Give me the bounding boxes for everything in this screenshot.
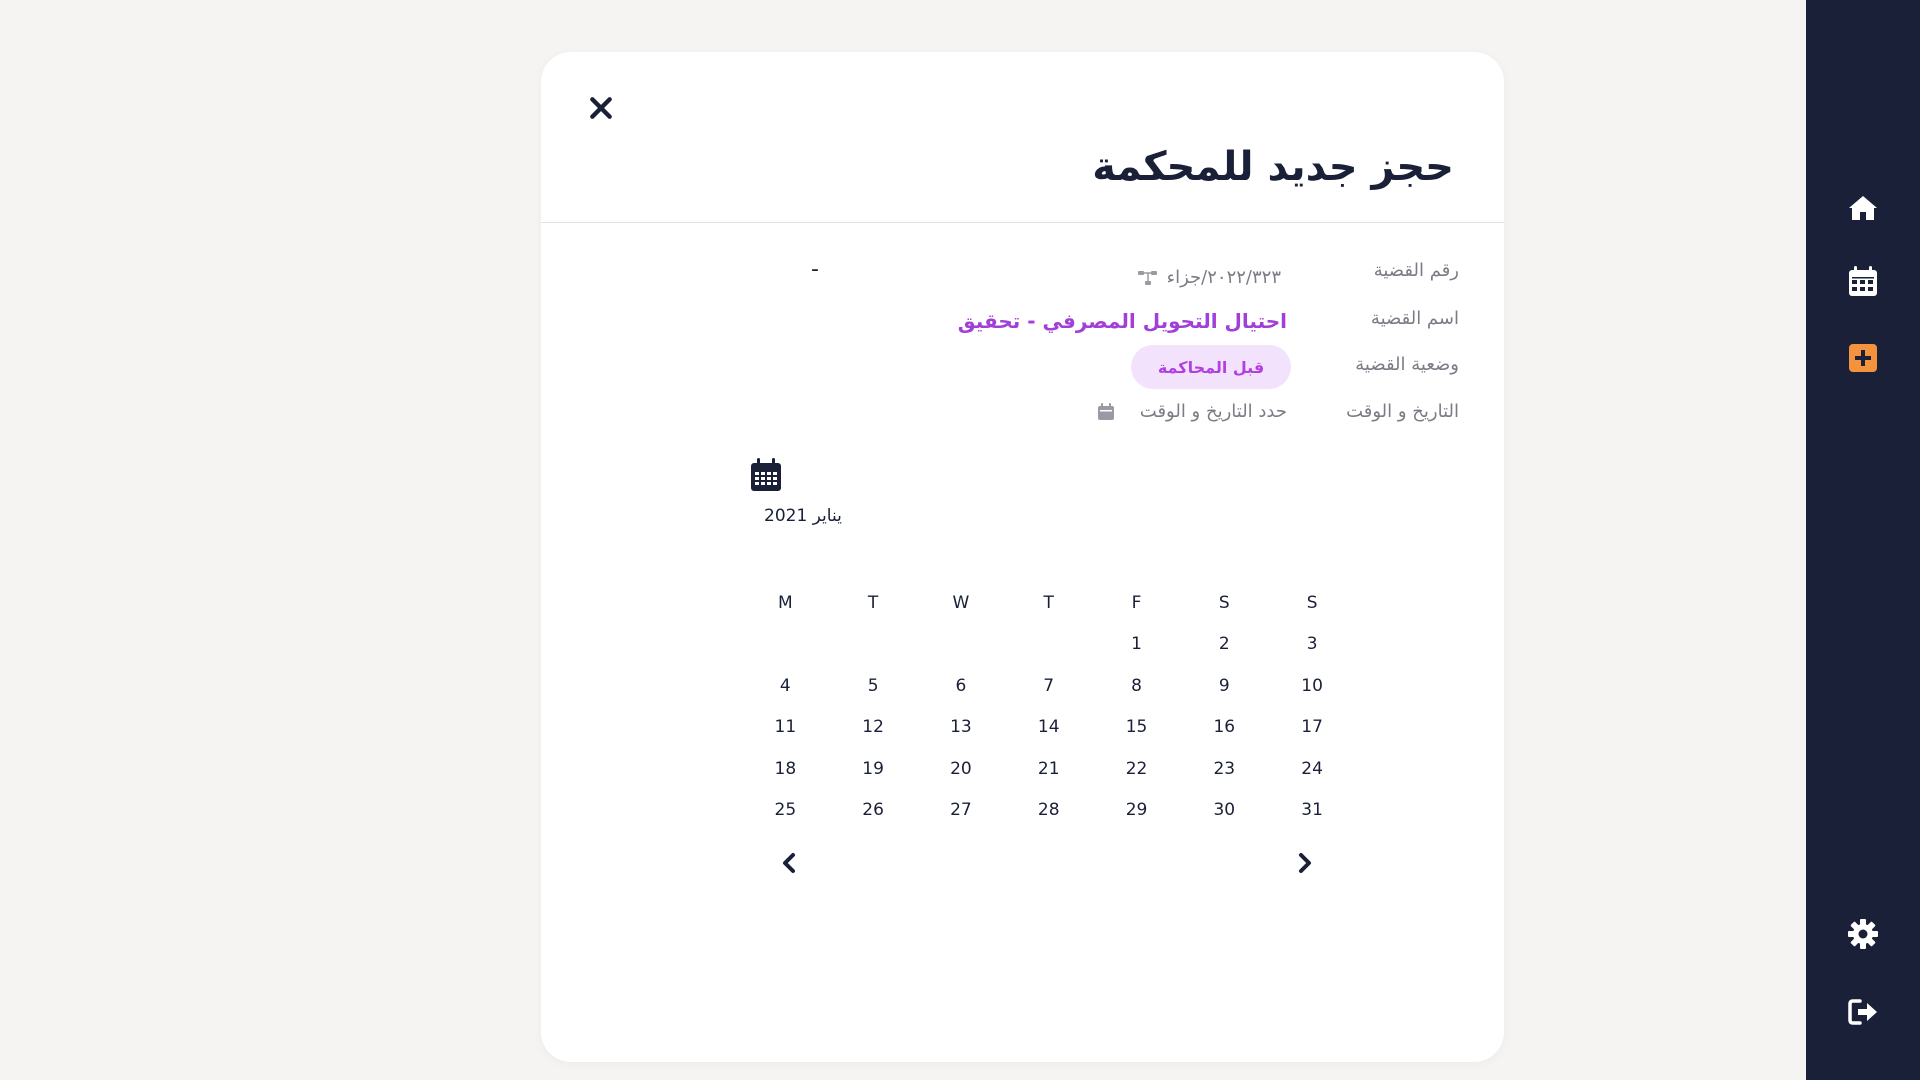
calendar-day[interactable]: 2: [1180, 634, 1268, 654]
logout-icon: [1848, 999, 1877, 1025]
sidebar-item-calendar[interactable]: [1845, 263, 1881, 299]
close-icon: [590, 97, 612, 119]
calendar-day[interactable]: 19: [829, 759, 917, 779]
calendar-day[interactable]: 11: [741, 717, 829, 737]
calendar-week-row: 24 23 22 21 20 19 18: [741, 748, 1356, 790]
calendar-day[interactable]: 8: [1093, 676, 1181, 696]
calendar-day[interactable]: 18: [741, 759, 829, 779]
sidebar: [1806, 0, 1920, 1080]
weekday-label: M: [777, 592, 793, 613]
chevron-right-icon: [1299, 853, 1311, 873]
header-divider: [541, 222, 1504, 223]
weekday-label: T: [867, 592, 879, 613]
weekday-label: S: [1306, 592, 1318, 613]
calendar-week-row: 17 16 15 14 13 12 11: [741, 707, 1356, 749]
case-status-badge: قبل المحاكمة: [1131, 345, 1291, 389]
sidebar-item-home[interactable]: [1845, 190, 1881, 226]
calendar-day[interactable]: 22: [1093, 759, 1181, 779]
calendar-grid: S S F T W T M 3 2 1 10 9 8 7 6 5 4 17 16…: [741, 582, 1356, 831]
new-booking-modal: حجز جديد للمحكمة رقم القضية ٢٠٢٢/٣٢٣/جزا…: [541, 52, 1504, 1062]
case-name-label: اسم القضية: [1370, 308, 1459, 329]
calendar-day[interactable]: 1: [1093, 634, 1181, 654]
calendar-day[interactable]: 30: [1180, 800, 1268, 820]
close-button[interactable]: [585, 92, 617, 124]
home-icon: [1849, 196, 1877, 220]
calendar-day[interactable]: 27: [917, 800, 1005, 820]
calendar-icon: [751, 458, 781, 491]
calendar-day[interactable]: 21: [1005, 759, 1093, 779]
date-time-placeholder: حدد التاريخ و الوقت: [1139, 401, 1287, 422]
calendar-day[interactable]: 10: [1268, 676, 1356, 696]
calendar-day[interactable]: 26: [829, 800, 917, 820]
calendar-day[interactable]: 28: [1005, 800, 1093, 820]
case-number-secondary: -: [811, 257, 819, 282]
calendar-day[interactable]: 13: [917, 717, 1005, 737]
calendar-day[interactable]: 25: [741, 800, 829, 820]
calendar-day[interactable]: 20: [917, 759, 1005, 779]
modal-title: حجز جديد للمحكمة: [1092, 144, 1454, 190]
case-status-label: وضعية القضية: [1355, 354, 1459, 375]
calendar-day[interactable]: 31: [1268, 800, 1356, 820]
case-name-value: احتيال التحويل المصرفي - تحقيق: [957, 309, 1287, 333]
sidebar-item-new-booking[interactable]: [1845, 340, 1881, 376]
calendar-day[interactable]: 9: [1180, 676, 1268, 696]
chevron-left-icon: [783, 853, 795, 873]
calendar-day[interactable]: 6: [917, 676, 1005, 696]
calendar-month-label: يناير 2021: [764, 506, 842, 526]
app-page: حجز جديد للمحكمة رقم القضية ٢٠٢٢/٣٢٣/جزا…: [0, 0, 1920, 1080]
calendar-day[interactable]: 29: [1093, 800, 1181, 820]
case-number-text: ٢٠٢٢/٣٢٣/جزاء: [1166, 267, 1281, 288]
calendar-day[interactable]: 16: [1180, 717, 1268, 737]
calendar-day[interactable]: 17: [1268, 717, 1356, 737]
calendar-day[interactable]: 14: [1005, 717, 1093, 737]
calendar-small-icon: [1097, 402, 1114, 420]
case-number-label: رقم القضية: [1373, 260, 1459, 281]
sidebar-item-settings[interactable]: [1845, 916, 1881, 952]
weekday-label: W: [952, 592, 970, 613]
calendar-day[interactable]: 4: [741, 676, 829, 696]
calendar-day[interactable]: 3: [1268, 634, 1356, 654]
sidebar-item-logout[interactable]: [1845, 994, 1881, 1030]
calendar-day[interactable]: 24: [1268, 759, 1356, 779]
calendar-week-row: 10 9 8 7 6 5 4: [741, 665, 1356, 707]
prev-month-button[interactable]: [775, 849, 803, 877]
calendar-day[interactable]: 23: [1180, 759, 1268, 779]
calendar-week-row: 3 2 1: [741, 624, 1356, 666]
case-number-value: ٢٠٢٢/٣٢٣/جزاء: [1137, 267, 1281, 288]
weekday-label: T: [1043, 592, 1054, 613]
gear-icon: [1848, 919, 1878, 949]
date-time-picker[interactable]: حدد التاريخ و الوقت: [1096, 401, 1287, 422]
next-month-button[interactable]: [1291, 849, 1319, 877]
weekday-label: F: [1131, 592, 1142, 613]
date-time-label: التاريخ و الوقت: [1346, 401, 1459, 422]
calendar-day[interactable]: 7: [1005, 676, 1093, 696]
plus-square-icon: [1849, 344, 1877, 372]
calendar-icon: [1849, 266, 1877, 296]
hierarchy-icon: [1137, 270, 1157, 285]
calendar-day[interactable]: 15: [1093, 717, 1181, 737]
calendar-day[interactable]: 5: [829, 676, 917, 696]
calendar-week-row: 31 30 29 28 27 26 25: [741, 790, 1356, 832]
calendar-day[interactable]: 12: [829, 717, 917, 737]
calendar-weekday-row: S S F T W T M: [741, 582, 1356, 624]
weekday-label: S: [1218, 592, 1230, 613]
